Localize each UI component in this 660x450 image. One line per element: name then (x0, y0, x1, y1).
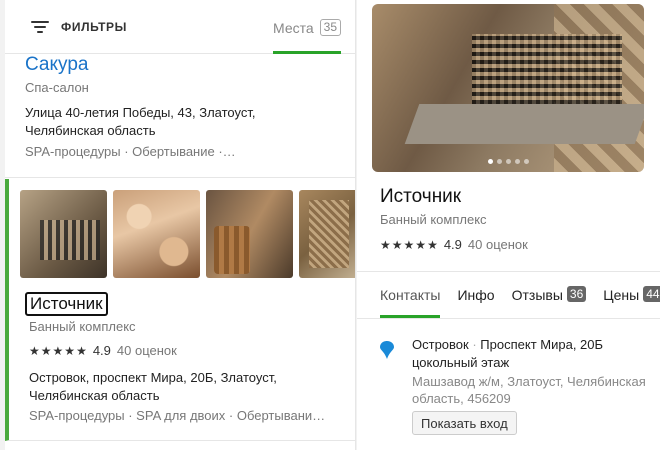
photo-thumbnail[interactable] (20, 190, 107, 278)
photo-strip (20, 190, 355, 278)
place-detail-panel: Источник Банный комплекс ★ ★ ★ ★ ★ 4.9 4… (357, 0, 660, 450)
detail-title: Источник (380, 186, 462, 207)
reviews-badge: 36 (566, 286, 587, 302)
star-icon: ★ (64, 343, 76, 358)
list-item-selected[interactable]: Источник Банный комплекс ★ ★ ★ ★ ★ 4.9 4… (5, 179, 355, 441)
tab-places-label: Места (273, 20, 314, 36)
list-item[interactable]: Сакура Спа-салон Улица 40-летия Победы, … (5, 54, 355, 178)
reviews-count[interactable]: 40 оценок (468, 237, 528, 252)
star-icon: ★ (29, 343, 40, 358)
star-icon: ★ (40, 343, 52, 358)
filters-button[interactable]: ФИЛЬТРЫ (31, 20, 127, 34)
place-tags: SPA-процедуры · SPA для двоих · Обертыва… (29, 408, 326, 423)
places-count-badge: 35 (319, 19, 341, 36)
photo-thumbnail[interactable] (113, 190, 200, 278)
filters-label: ФИЛЬТРЫ (61, 20, 127, 34)
location-pin-icon (380, 341, 394, 359)
results-panel: ФИЛЬТРЫ Места 35 Сакура Спа-салон Улица … (5, 0, 356, 450)
detail-tabs: Контакты Инфо Отзывы 36 Цены 44 (380, 272, 660, 318)
detail-rating: ★ ★ ★ ★ ★ 4.9 40 оценок (380, 237, 528, 252)
location-place: Островок (412, 337, 469, 352)
place-category: Спа-салон (25, 80, 89, 95)
tab-label: Отзывы (511, 287, 563, 303)
place-category: Банный комплекс (29, 319, 136, 334)
tab-label: Контакты (380, 287, 441, 303)
rating-score: 4.9 (92, 343, 111, 358)
star-icon: ★ (427, 237, 438, 252)
pagination-dot[interactable] (514, 159, 520, 164)
star-icon: ★ (76, 343, 87, 358)
rating-score: 4.9 (443, 237, 462, 252)
pagination-dot[interactable] (505, 159, 511, 164)
pagination-dot[interactable] (496, 159, 502, 164)
tab-info[interactable]: Инфо (457, 272, 494, 318)
tab-prices[interactable]: Цены 44 (603, 272, 660, 318)
place-tags: SPA-процедуры · Обертывание ·… (25, 144, 236, 159)
pagination-dot[interactable] (487, 159, 493, 164)
photo-thumbnail[interactable] (299, 190, 355, 278)
rating-stars: ★ ★ ★ ★ ★ (380, 238, 438, 252)
location-floor: цокольный этаж (412, 355, 510, 370)
location-street: Проспект Мира, 20Б (480, 337, 604, 352)
detail-category: Банный комплекс (380, 212, 487, 227)
location-area: Машзавод ж/м, Златоуст, Челябинская обла… (412, 374, 646, 406)
place-title[interactable]: Сакура (25, 54, 88, 76)
reviews-count[interactable]: 40 оценок (117, 343, 177, 358)
photo-pagination (372, 159, 644, 164)
filter-icon (31, 21, 49, 33)
star-icon: ★ (415, 237, 427, 252)
location-line: Островок · Проспект Мира, 20Б (412, 337, 603, 352)
place-title[interactable]: Источник (25, 292, 108, 316)
prices-badge: 44 (643, 286, 660, 302)
place-photo[interactable] (372, 4, 644, 172)
show-entrance-button[interactable]: Показать вход (412, 411, 517, 435)
photo-thumbnail[interactable] (206, 190, 293, 278)
filter-bar: ФИЛЬТРЫ Места 35 (5, 0, 355, 54)
star-icon: ★ (403, 237, 415, 252)
star-icon: ★ (380, 237, 391, 252)
tab-label: Цены (603, 287, 640, 303)
rating: ★ ★ ★ ★ ★ 4.9 40 оценок (29, 343, 177, 358)
star-icon: ★ (52, 343, 64, 358)
star-icon: ★ (391, 237, 403, 252)
tab-contacts[interactable]: Контакты (380, 272, 441, 318)
rating-stars: ★ ★ ★ ★ ★ (29, 344, 87, 358)
pagination-dot[interactable] (523, 159, 529, 164)
place-address: Островок, проспект Мира, 20Б, Златоуст, … (29, 370, 277, 403)
tab-places[interactable]: Места 35 (273, 0, 341, 54)
place-address: Улица 40-летия Победы, 43, Златоуст, Чел… (25, 105, 256, 138)
tab-reviews[interactable]: Отзывы 36 (512, 272, 587, 318)
tab-label: Инфо (457, 287, 495, 303)
divider (357, 318, 660, 319)
